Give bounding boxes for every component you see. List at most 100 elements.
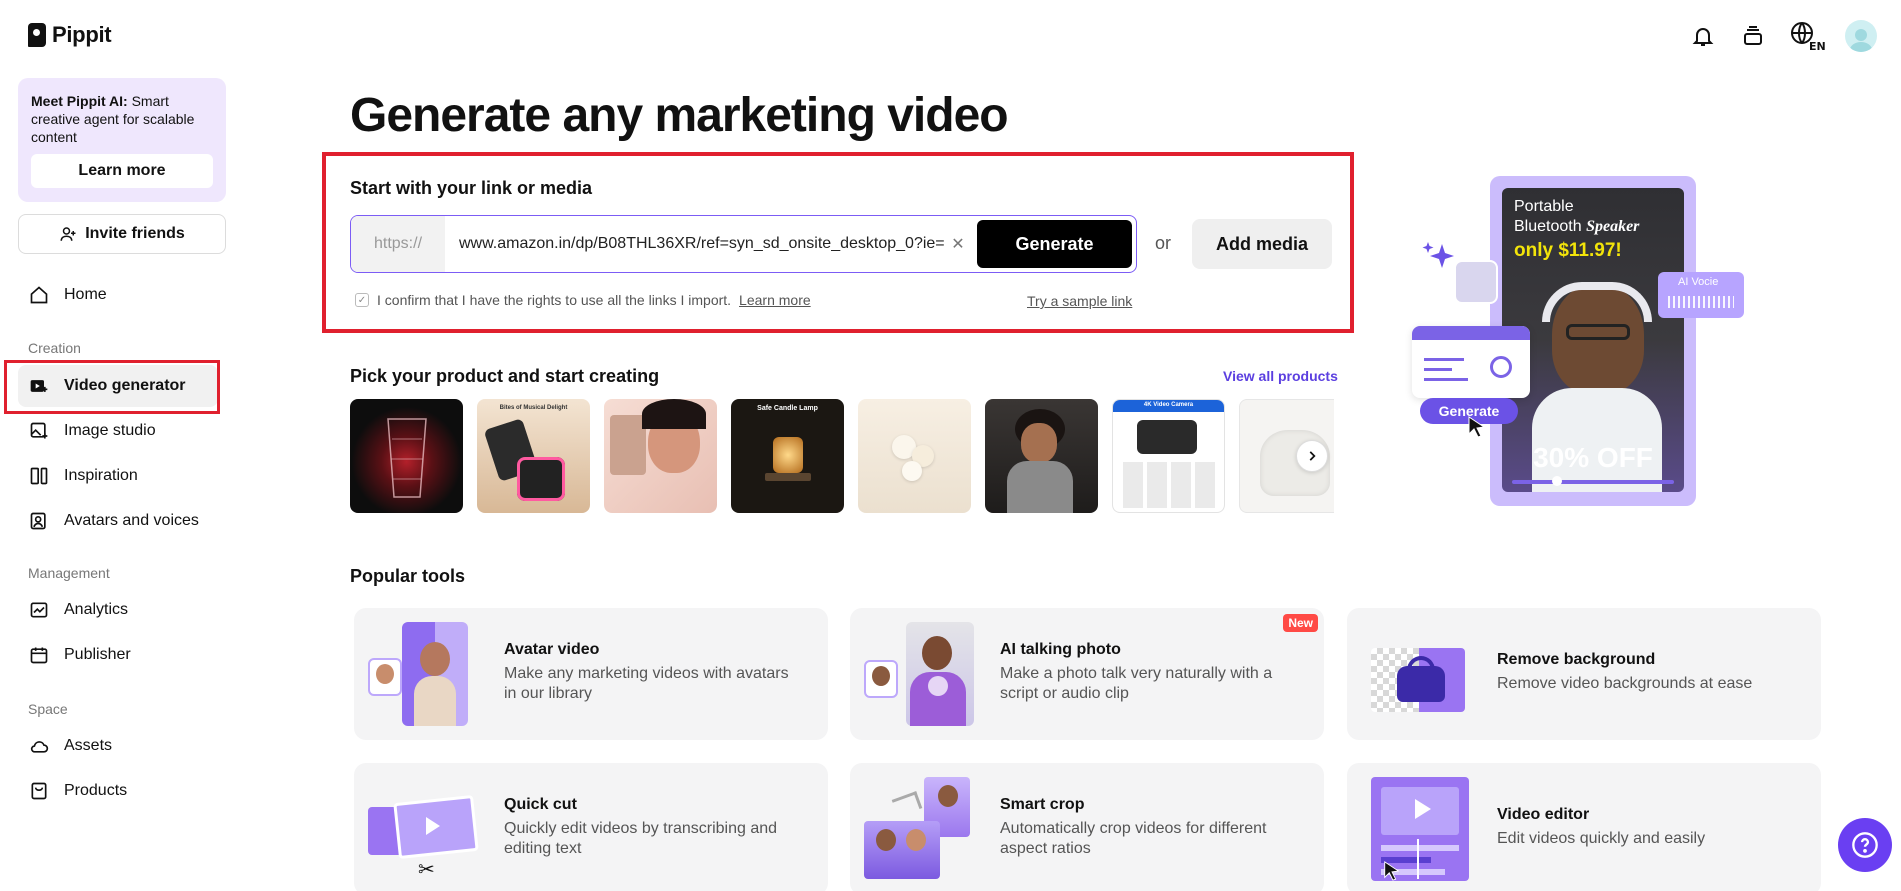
avatar-video-thumb <box>368 622 478 726</box>
analytics-icon <box>28 599 50 621</box>
topbar-icons: EN <box>1687 20 1877 52</box>
home-icon <box>28 284 50 306</box>
learn-more-button[interactable]: Learn more <box>31 154 213 188</box>
product-thumb-camera-man[interactable] <box>985 399 1098 513</box>
product-thumb-makeup[interactable] <box>604 399 717 513</box>
sparkle-icon <box>1422 242 1454 268</box>
confirm-text: I confirm that I have the rights to use … <box>377 292 732 308</box>
try-sample-link[interactable]: Try a sample link <box>1027 293 1132 309</box>
tool-name: Smart crop <box>1000 796 1085 813</box>
sidebar-item-home[interactable]: Home <box>18 274 218 316</box>
image-plus-icon <box>28 420 50 442</box>
sidebar-item-label: Products <box>64 782 128 799</box>
layers-icon[interactable] <box>1737 20 1769 52</box>
sidebar-item-assets[interactable]: Assets <box>18 725 218 767</box>
tool-desc: Quickly edit videos by transcribing and … <box>504 820 778 857</box>
sidebar-item-label: Assets <box>64 737 113 754</box>
sidebar-item-label: Home <box>64 286 107 303</box>
tool-card-quick-cut[interactable]: ✂ Quick cut Quickly edit videos by trans… <box>354 763 828 891</box>
or-label: or <box>1155 233 1172 253</box>
remove-background-thumb <box>1361 622 1471 726</box>
add-user-icon <box>60 227 76 241</box>
sidebar-item-label: Inspiration <box>64 467 138 484</box>
view-all-products-link[interactable]: View all products <box>1223 368 1338 384</box>
pippit-logo-icon <box>28 23 46 47</box>
help-button[interactable] <box>1838 818 1892 872</box>
product-thumb-glass[interactable] <box>350 399 463 513</box>
tool-card-smart-crop[interactable]: Smart crop Automatically crop videos for… <box>850 763 1324 891</box>
page-title: Generate any marketing video <box>350 89 1009 142</box>
section-management: Management <box>28 565 110 581</box>
chevron-right-icon <box>1309 451 1316 461</box>
link-section-title: Start with your link or media <box>350 178 593 198</box>
sidebar-item-label: Analytics <box>64 601 129 618</box>
sidebar-item-publisher[interactable]: Publisher <box>18 634 218 676</box>
learn-more-link[interactable]: Learn more <box>739 292 811 308</box>
tool-card-avatar-video[interactable]: Avatar video Make any marketing videos w… <box>354 608 828 740</box>
tool-card-ai-talking-photo[interactable]: New AI talking photo Make a photo talk v… <box>850 608 1324 740</box>
tool-name: Avatar video <box>504 641 600 658</box>
tool-card-remove-background[interactable]: Remove background Remove video backgroun… <box>1347 608 1821 740</box>
tool-name: Video editor <box>1497 806 1590 823</box>
tool-desc: Edit videos quickly and easily <box>1497 830 1706 847</box>
product-thumb-flowers[interactable] <box>858 399 971 513</box>
sidebar-item-avatars-and-voices[interactable]: Avatars and voices <box>18 500 218 542</box>
tool-desc: Make a photo talk very naturally with a … <box>1000 665 1273 702</box>
help-icon <box>1852 832 1878 858</box>
inspiration-icon <box>28 465 50 487</box>
ai-talking-photo-thumb <box>864 622 974 726</box>
globe-en-icon[interactable]: EN <box>1787 20 1827 52</box>
url-input[interactable] <box>445 235 947 253</box>
new-badge: New <box>1283 614 1318 632</box>
quick-cut-thumb: ✂ <box>368 777 479 881</box>
logo-text: Pippit <box>52 22 112 47</box>
avatar-icon <box>28 510 50 532</box>
promo-text: Meet Pippit AI: Smart creative agent for… <box>31 93 195 145</box>
invite-friends-label: Invite friends <box>85 225 185 242</box>
promo-card: Meet Pippit AI: Smart creative agent for… <box>18 78 226 202</box>
user-avatar[interactable] <box>1845 20 1877 52</box>
generate-button[interactable]: Generate <box>977 220 1132 268</box>
rights-checkbox[interactable]: ✓ <box>355 293 369 307</box>
sidebar: Pippit Meet Pippit AI: Smart creative ag… <box>0 0 240 891</box>
tool-name: Remove background <box>1497 651 1656 668</box>
invite-friends-button[interactable]: Invite friends <box>18 214 226 254</box>
tool-card-video-editor[interactable]: Video editor Edit videos quickly and eas… <box>1347 763 1821 891</box>
logo[interactable]: Pippit <box>28 22 112 48</box>
section-space: Space <box>28 701 68 717</box>
smart-crop-thumb <box>864 777 974 881</box>
video-editor-thumb <box>1361 777 1471 881</box>
url-prefix: https:// <box>351 216 445 272</box>
hero-illustration: Portable Bluetooth Speaker only $11.97! … <box>1410 176 1750 516</box>
tool-name: AI talking photo <box>1000 641 1121 658</box>
add-media-button[interactable]: Add media <box>1192 219 1332 269</box>
tool-name: Quick cut <box>504 796 577 813</box>
next-arrow-button[interactable] <box>1296 440 1328 472</box>
clear-icon[interactable]: ✕ <box>947 234 969 254</box>
cloud-icon <box>28 735 50 757</box>
section-creation: Creation <box>28 340 81 356</box>
sidebar-item-image-studio[interactable]: Image studio <box>18 410 218 452</box>
sidebar-item-products[interactable]: Products <box>18 770 218 812</box>
product-thumb-speaker[interactable]: Bites of Musical Delight <box>477 399 590 513</box>
tool-desc: Remove video backgrounds at ease <box>1497 675 1753 692</box>
sidebar-item-label: Avatars and voices <box>64 512 199 529</box>
url-field: https:// ✕ Generate <box>350 215 1137 273</box>
tool-desc: Automatically crop videos for different … <box>1000 820 1267 857</box>
sidebar-item-label: Publisher <box>64 646 131 663</box>
cursor-icon <box>1468 416 1486 438</box>
sidebar-item-inspiration[interactable]: Inspiration <box>18 455 218 497</box>
product-thumb-candle-lamp[interactable]: Safe Candle Lamp <box>731 399 844 513</box>
calendar-icon <box>28 644 50 666</box>
popular-tools-title: Popular tools <box>350 566 466 586</box>
bell-icon[interactable] <box>1687 20 1719 52</box>
svg-text:EN: EN <box>1809 40 1825 52</box>
product-thumbnails: Bites of Musical Delight Safe Candle Lam… <box>350 399 1334 513</box>
tool-desc: Make any marketing videos with avatars i… <box>504 665 789 702</box>
rights-confirm-row: ✓ I confirm that I have the rights to us… <box>355 292 811 308</box>
product-thumb-video-camera[interactable]: 4K Video Camera <box>1112 399 1225 513</box>
video-generator-highlight <box>4 360 220 414</box>
sidebar-item-label: Image studio <box>64 422 156 439</box>
sidebar-item-analytics[interactable]: Analytics <box>18 589 218 631</box>
product-icon <box>28 780 50 802</box>
